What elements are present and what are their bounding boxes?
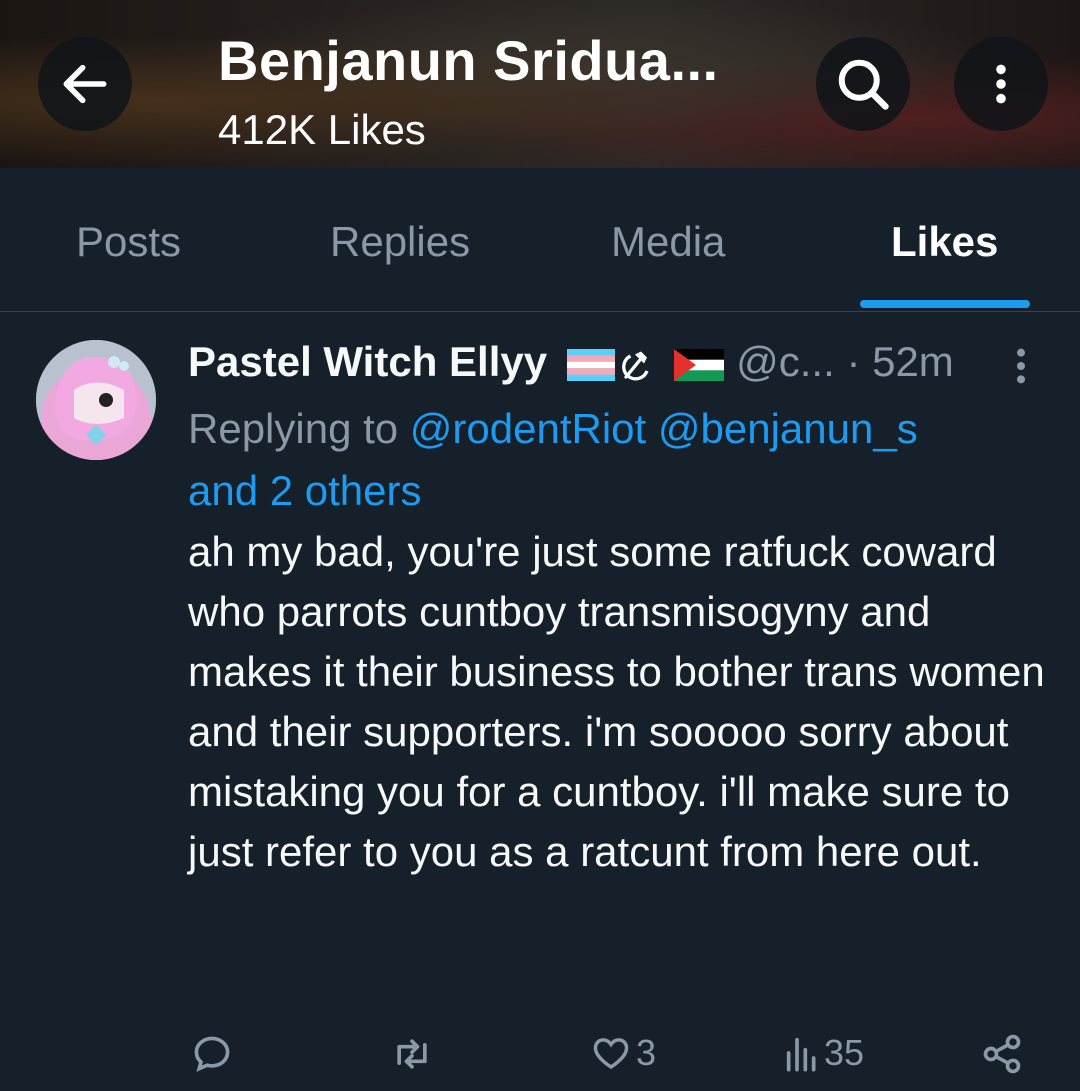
tab-replies[interactable]: Replies xyxy=(330,218,470,266)
likes-count: 412K Likes xyxy=(218,106,426,153)
reply-mention-2[interactable]: @benjanun_s xyxy=(658,405,918,452)
repost-button[interactable] xyxy=(388,1032,436,1076)
reply-others-link[interactable]: and 2 others xyxy=(188,467,422,514)
avatar-image xyxy=(36,340,156,460)
active-tab-indicator xyxy=(860,300,1030,308)
trans-flag-icon xyxy=(566,348,615,381)
views-icon xyxy=(786,1037,816,1072)
replying-prefix: Replying to xyxy=(188,405,399,452)
tab-likes[interactable]: Likes xyxy=(891,218,998,266)
views-count: 35 xyxy=(824,1032,865,1073)
reply-button[interactable] xyxy=(190,1032,234,1076)
tweet-header: Pastel Witch Ellyy @c... · 52m xyxy=(188,338,1048,394)
more-vertical-icon xyxy=(1017,348,1025,384)
tab-media[interactable]: Media xyxy=(611,218,725,266)
tweet-more-button[interactable] xyxy=(1010,346,1032,391)
search-button[interactable] xyxy=(816,37,910,131)
back-arrow-icon xyxy=(63,64,107,104)
retweet-icon xyxy=(397,1039,427,1069)
profile-name: Benjanun Sridua... xyxy=(218,29,719,92)
palestine-flag-icon xyxy=(674,348,725,381)
views-button[interactable]: 35 xyxy=(784,1032,864,1074)
search-icon xyxy=(838,59,889,110)
reply-mention-1[interactable]: @rodentRiot xyxy=(410,405,646,452)
more-options-button[interactable] xyxy=(954,37,1048,131)
tweet-actions: 3 35 xyxy=(0,1020,1080,1090)
more-vertical-icon xyxy=(996,64,1006,104)
share-icon xyxy=(983,1034,1021,1074)
back-button[interactable] xyxy=(38,37,132,131)
heart-icon xyxy=(593,1038,629,1070)
like-button[interactable]: 3 xyxy=(590,1032,656,1074)
hammer-sickle-icon xyxy=(621,351,649,381)
like-count: 3 xyxy=(636,1032,657,1073)
reply-icon xyxy=(194,1036,230,1072)
author-handle[interactable]: @c... xyxy=(736,338,835,385)
replying-to: Replying to @rodentRiot @benjanun_s and … xyxy=(188,398,1048,522)
share-button[interactable] xyxy=(980,1032,1024,1076)
profile-tabs: Posts Replies Media Likes xyxy=(0,168,1080,312)
author-name[interactable]: Pastel Witch Ellyy xyxy=(188,338,547,385)
tab-posts[interactable]: Posts xyxy=(76,218,181,266)
tweet-text: ah my bad, you're just some ratfuck cowa… xyxy=(188,528,1045,875)
post-time[interactable]: · 52m xyxy=(846,338,953,385)
avatar[interactable] xyxy=(36,340,156,460)
